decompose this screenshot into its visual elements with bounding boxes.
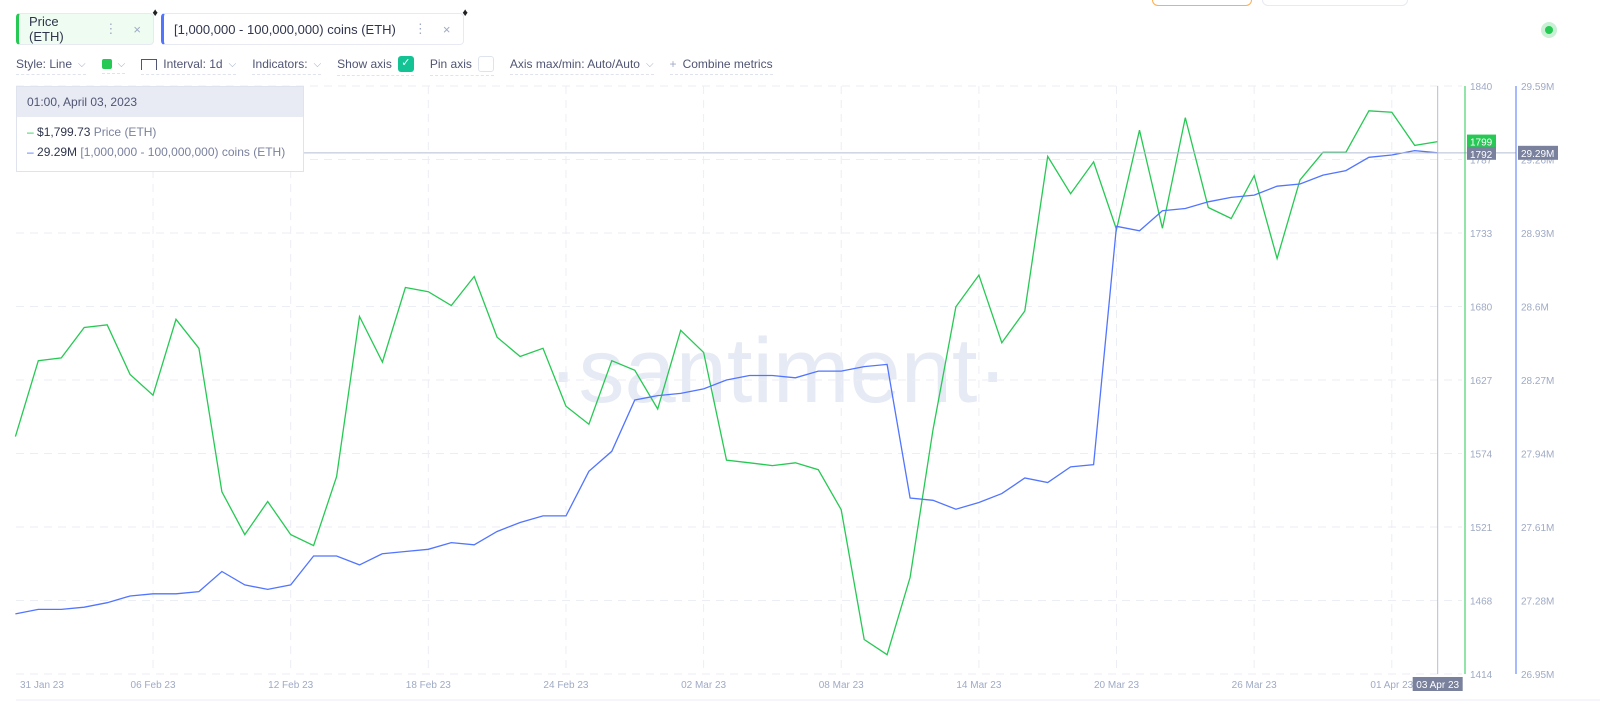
x-axis-tick: 31 Jan 23 (20, 680, 64, 691)
tooltip-coins-label: [1,000,000 - 100,000,000) coins (ETH) (80, 145, 286, 159)
tooltip: 01:00, April 03, 2023 – $1,799.73 Price … (16, 86, 304, 172)
x-axis-tick: 12 Feb 23 (268, 680, 313, 691)
right-axis-tick: 28.6M (1521, 303, 1549, 314)
right-axis-tick: 26.95M (1521, 670, 1554, 681)
right-axis-tick: 27.61M (1521, 523, 1554, 534)
right-axis-tick: 29.59M (1521, 82, 1554, 93)
right-axis-tick: 27.28M (1521, 597, 1554, 608)
left-axis-tick: 1468 (1470, 597, 1493, 608)
tooltip-row-coins: – 29.29M [1,000,000 - 100,000,000) coins… (27, 145, 286, 159)
tooltip-price-label: Price (ETH) (93, 125, 157, 139)
x-axis-tick: 26 Mar 23 (1232, 680, 1277, 691)
right-axis-tick: 28.27M (1521, 376, 1554, 387)
x-axis-tick: 14 Mar 23 (956, 680, 1001, 691)
x-axis-tick: 06 Feb 23 (131, 680, 176, 691)
left-axis-tick: 1627 (1470, 376, 1493, 387)
left-axis-tick: 1521 (1470, 523, 1493, 534)
coins-cursor-label: 29.29M (1521, 149, 1554, 160)
x-axis-tick: 01 Apr 23 (1370, 680, 1413, 691)
tooltip-row-price: – $1,799.73 Price (ETH) (27, 125, 157, 139)
right-axis-tick: 27.94M (1521, 450, 1554, 461)
price-cursor-label: 1792 (1470, 150, 1493, 161)
tooltip-date: 01:00, April 03, 2023 (17, 87, 303, 117)
left-axis-tick: 1574 (1470, 450, 1493, 461)
watermark: ·santiment· (548, 320, 1008, 422)
x-cursor-label: 03 Apr 23 (1416, 680, 1459, 691)
left-axis-tick: 1414 (1470, 670, 1493, 681)
tooltip-price-value: $1,799.73 (37, 125, 91, 139)
x-axis-tick: 08 Mar 23 (819, 680, 864, 691)
right-axis-tick: 28.93M (1521, 229, 1554, 240)
x-axis-tick: 20 Mar 23 (1094, 680, 1139, 691)
x-axis-tick: 02 Mar 23 (681, 680, 726, 691)
x-axis-tick: 18 Feb 23 (406, 680, 451, 691)
left-axis-tick: 1733 (1470, 229, 1493, 240)
x-axis-tick: 24 Feb 23 (543, 680, 588, 691)
left-axis-tick: 1680 (1470, 303, 1493, 314)
tooltip-coins-value: 29.29M (37, 145, 78, 159)
left-axis-tick: 1840 (1470, 82, 1493, 93)
